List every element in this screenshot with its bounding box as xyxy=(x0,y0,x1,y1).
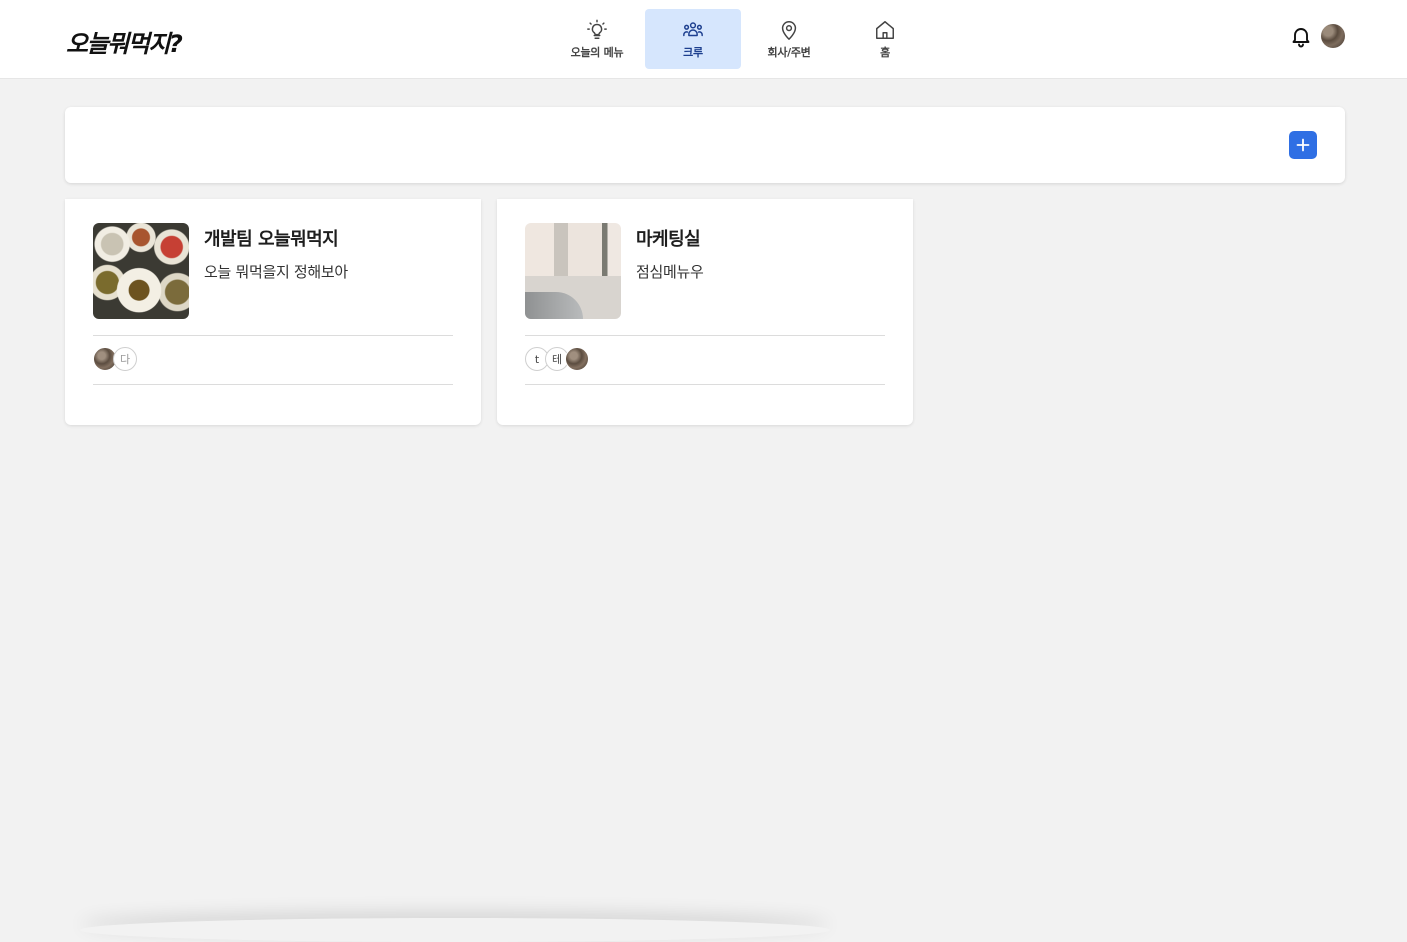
crew-card[interactable]: 개발팀 오늘뭐먹지 오늘 뭐먹을지 정해보아 다 xyxy=(65,199,481,425)
plus-icon xyxy=(1296,138,1310,152)
member-avatar xyxy=(565,347,589,371)
nav-label: 홈 xyxy=(880,45,890,59)
crew-toolbar xyxy=(65,107,1345,183)
lightbulb-icon xyxy=(587,19,607,39)
home-icon xyxy=(876,20,894,39)
member-avatars: t 테 xyxy=(525,347,589,371)
crew-thumbnail xyxy=(93,223,189,319)
top-header: 오늘뭐먹지? 오늘의 메뉴 크루 회사/주변 홈 xyxy=(0,0,1407,79)
member-avatars: 다 xyxy=(93,347,137,371)
crew-description: 오늘 뭐먹을지 정해보아 xyxy=(204,263,348,281)
divider xyxy=(93,384,453,385)
bottom-sheet-shadow xyxy=(80,918,830,942)
nav-label: 크루 xyxy=(683,45,703,59)
user-avatar[interactable] xyxy=(1321,24,1345,48)
main-nav: 오늘의 메뉴 크루 회사/주변 홈 xyxy=(549,9,933,69)
crew-name: 마케팅실 xyxy=(636,229,701,250)
member-avatar: 다 xyxy=(113,347,137,371)
add-crew-button[interactable] xyxy=(1289,131,1317,159)
crew-thumbnail xyxy=(525,223,621,319)
map-pin-icon xyxy=(781,20,797,40)
crew-description: 점심메뉴우 xyxy=(636,263,704,281)
nav-label: 오늘의 메뉴 xyxy=(570,45,624,59)
divider xyxy=(93,335,453,336)
crew-name: 개발팀 오늘뭐먹지 xyxy=(204,229,339,250)
nav-item-today-menu[interactable]: 오늘의 메뉴 xyxy=(549,9,645,69)
divider xyxy=(525,384,885,385)
nav-item-company-nearby[interactable]: 회사/주변 xyxy=(741,9,837,69)
nav-label: 회사/주변 xyxy=(767,45,811,59)
bell-icon[interactable] xyxy=(1289,24,1313,48)
nav-item-home[interactable]: 홈 xyxy=(837,9,933,69)
app-logo[interactable]: 오늘뭐먹지? xyxy=(66,24,183,59)
crew-card[interactable]: 마케팅실 점심메뉴우 t 테 xyxy=(497,199,913,425)
nav-item-crew[interactable]: 크루 xyxy=(645,9,741,69)
users-icon xyxy=(683,21,703,36)
divider xyxy=(525,335,885,336)
